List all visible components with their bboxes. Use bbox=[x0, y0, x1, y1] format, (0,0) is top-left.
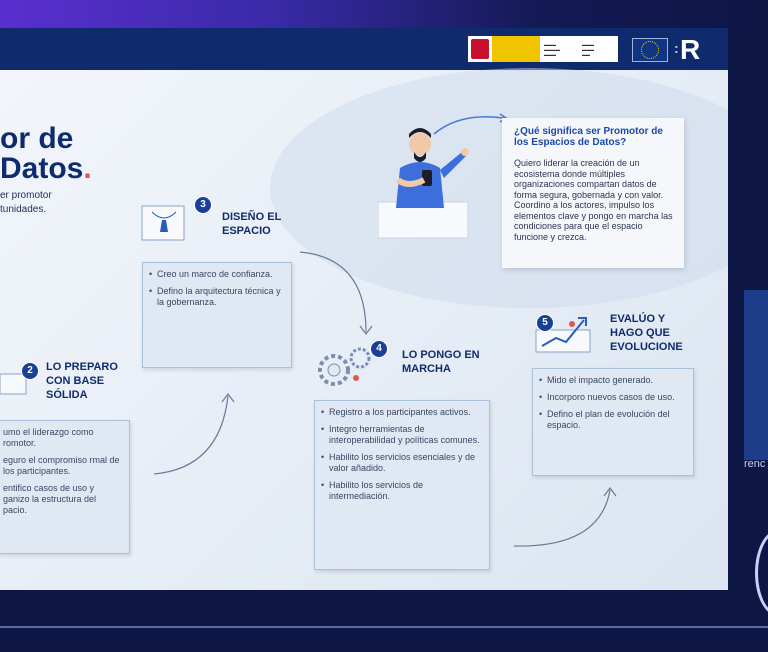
gears-icon bbox=[318, 347, 371, 386]
title-dot: . bbox=[83, 152, 92, 185]
government-logo: ▬▬▬ ▬▬▬▬ ▬▬▬ ▬▬▬ ▬▬▬ ▬▬ bbox=[468, 36, 618, 62]
step-5-card: Mido el impacto generado. Incorporo nuev… bbox=[532, 368, 694, 476]
eu-flag-icon bbox=[632, 38, 668, 62]
presentation-slide: ▬▬▬ ▬▬▬▬ ▬▬▬ ▬▬▬ ▬▬▬ ▬▬ :R or de Datos. er p… bbox=[0, 28, 728, 590]
step-2-label: LO PREPARO CON BASE SÓLIDA bbox=[46, 361, 118, 401]
question-text: Quiero liderar la creación de un ecosist… bbox=[514, 158, 673, 242]
step-4-card: Registro a los participantes activos. In… bbox=[314, 400, 490, 570]
step-3-number: 3 bbox=[194, 196, 212, 214]
step-4-number: 4 bbox=[370, 340, 388, 358]
step-4-item: Habilito los servicios de intermediación… bbox=[321, 480, 481, 502]
step-5-item: Mido el impacto generado. bbox=[539, 375, 685, 386]
slide-title-line1: or de bbox=[0, 122, 74, 155]
decorative-ring bbox=[755, 530, 768, 616]
step-2-item: umo el liderazgo como romotor. bbox=[3, 427, 94, 448]
slide-header-bar: ▬▬▬ ▬▬▬▬ ▬▬▬ ▬▬▬ ▬▬▬ ▬▬ :R bbox=[0, 28, 728, 70]
question-title: ¿Qué significa ser Promotor de los Espac… bbox=[514, 126, 663, 148]
step-2-number: 2 bbox=[21, 362, 39, 380]
window-top-glow bbox=[0, 0, 768, 28]
pointing-person-icon bbox=[378, 128, 469, 239]
side-thumbnail[interactable] bbox=[744, 290, 768, 460]
step-3-item: Defino la arquitectura técnica y la gobe… bbox=[149, 286, 283, 308]
design-board-icon bbox=[141, 205, 185, 241]
step-4-item: Habilito los servicios esenciales y de v… bbox=[321, 452, 481, 474]
step-5-label: EVALÚO Y HAGO QUE EVOLUCIONE bbox=[610, 313, 683, 353]
slide-subtitle-line1: er promotor bbox=[0, 190, 52, 201]
arrow-2-to-3 bbox=[153, 393, 235, 475]
logo-text-block: ▬▬▬ ▬▬▬▬ ▬▬▬ bbox=[544, 42, 560, 57]
step-5-item: Incorporo nuevos casos de uso. bbox=[539, 392, 685, 403]
step-2-item: entifico casos de uso y ganizo la estruc… bbox=[3, 483, 97, 515]
step-3-label: DISEÑO EL ESPACIO bbox=[222, 211, 282, 237]
logo-band bbox=[492, 36, 540, 62]
slide-title-line2: Datos. bbox=[0, 152, 92, 186]
arrow-4-to-5 bbox=[513, 487, 617, 547]
step-3-item: Creo un marco de confianza. bbox=[149, 269, 283, 280]
title-word: Datos bbox=[0, 152, 84, 185]
step-2-item: eguro el compromiso rmal de los particip… bbox=[3, 455, 120, 476]
arrow-3-to-4 bbox=[299, 251, 373, 335]
bottom-divider bbox=[0, 626, 768, 628]
side-label: renc bbox=[744, 458, 766, 470]
coat-of-arms-icon bbox=[471, 39, 489, 59]
step-4-label: LO PONGO EN MARCHA bbox=[402, 349, 480, 375]
r-logo-icon: :R bbox=[674, 34, 701, 65]
logo-text-block-2: ▬▬▬ ▬▬▬ ▬▬ bbox=[582, 42, 594, 57]
step-4-item: Registro a los participantes activos. bbox=[321, 407, 481, 418]
step-2-card: umo el liderazgo como romotor. eguro el … bbox=[0, 420, 130, 554]
question-box: ¿Qué significa ser Promotor de los Espac… bbox=[502, 118, 684, 268]
step-4-item: Integro herramientas de interoperabilida… bbox=[321, 424, 481, 446]
step-5-item: Defino el plan de evolución del espacio. bbox=[539, 409, 685, 431]
step-3-card: Creo un marco de confianza. Defino la ar… bbox=[142, 262, 292, 368]
step-5-number: 5 bbox=[536, 314, 554, 332]
pointer-arrow bbox=[433, 113, 508, 135]
slide-subtitle-line2: tunidades. bbox=[0, 204, 47, 215]
